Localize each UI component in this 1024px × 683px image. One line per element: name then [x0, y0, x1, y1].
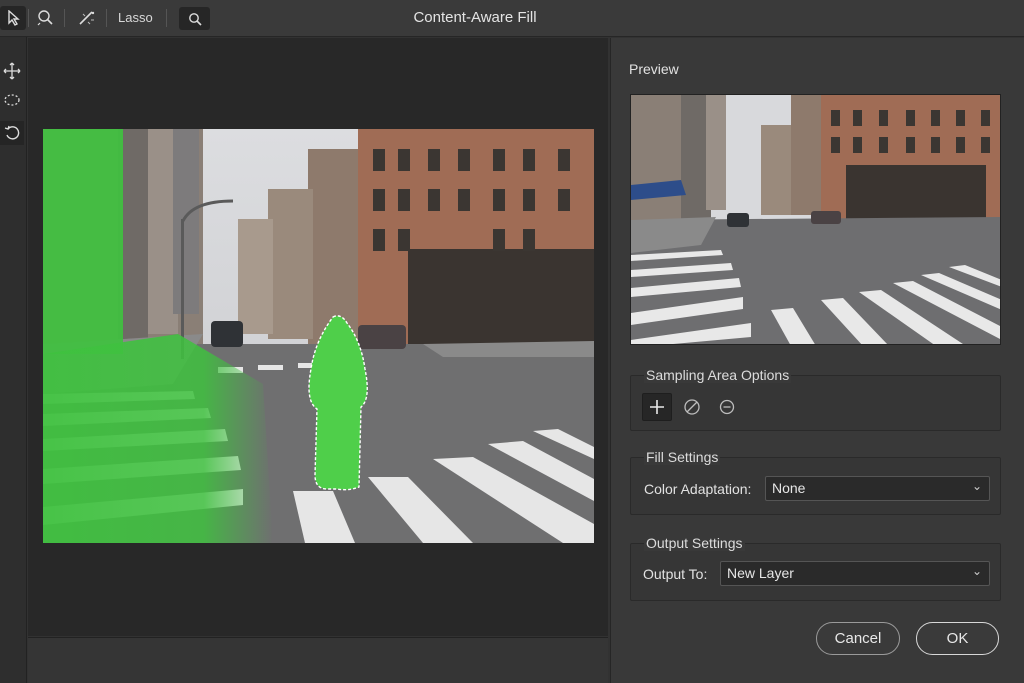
- color-adaptation-value: None: [772, 480, 806, 496]
- lasso-label[interactable]: Lasso: [118, 10, 153, 25]
- subtract-icon[interactable]: [712, 393, 742, 421]
- chevron-down-icon: ⌄: [971, 479, 982, 493]
- quick-selection-icon[interactable]: [32, 6, 58, 30]
- ok-button[interactable]: OK: [916, 622, 999, 655]
- preview-image: [630, 94, 1001, 345]
- fill-settings-title: Fill Settings: [644, 449, 721, 465]
- rotate-icon[interactable]: [0, 121, 24, 145]
- preview-title: Preview: [629, 61, 679, 77]
- output-to-value: New Layer: [727, 565, 794, 581]
- selection-arrow-icon[interactable]: [0, 6, 26, 30]
- dialog-title: Content-Aware Fill: [413, 9, 537, 26]
- move-icon[interactable]: [0, 59, 24, 83]
- color-adaptation-select[interactable]: None ⌄: [765, 476, 990, 501]
- magic-brush-icon[interactable]: [74, 6, 100, 30]
- cancel-button[interactable]: Cancel: [816, 622, 900, 655]
- canvas-footer: [28, 637, 608, 683]
- brush-icon[interactable]: [677, 393, 707, 421]
- tool-column: [0, 37, 27, 683]
- color-adaptation-label: Color Adaptation:: [644, 481, 752, 497]
- output-settings-title: Output Settings: [644, 535, 745, 551]
- sampling-area-title: Sampling Area Options: [644, 367, 792, 383]
- output-to-select[interactable]: New Layer ⌄: [720, 561, 990, 586]
- search-icon[interactable]: [179, 7, 210, 30]
- output-to-label: Output To:: [643, 566, 708, 582]
- top-toolbar: Lasso Content-Aware Fill: [0, 0, 1024, 37]
- lasso-select-icon[interactable]: [0, 89, 24, 113]
- chevron-down-icon: ⌄: [971, 564, 982, 578]
- add-icon[interactable]: [642, 393, 672, 421]
- canvas-photo[interactable]: [43, 129, 594, 543]
